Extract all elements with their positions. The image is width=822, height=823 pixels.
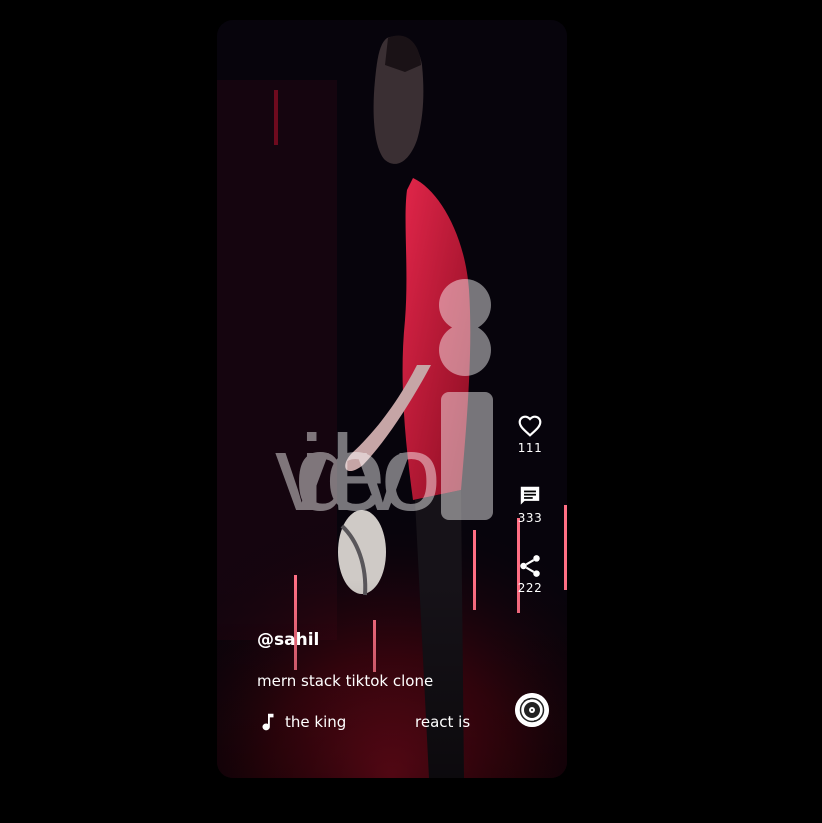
light-bar [564,505,567,590]
watermark-text: videvo [275,412,437,533]
video-card[interactable]: videvo 111 333 222 @sahil mern stack tik… [217,20,567,778]
share-icon[interactable] [517,553,543,579]
ticker-track: the king react is [285,711,473,733]
spinning-record-icon[interactable] [515,693,549,727]
comment-count: 333 [517,511,543,525]
light-bar [274,90,278,145]
video-sidebar: 111 333 222 [504,413,556,623]
message-icon[interactable] [517,483,543,509]
song-title: the king [285,713,347,731]
comment-button[interactable]: 333 [517,483,543,553]
like-count: 111 [517,441,543,455]
like-button[interactable]: 111 [517,413,543,483]
share-button[interactable]: 222 [517,553,543,623]
watermark-reel [439,279,491,331]
share-count: 222 [517,581,543,595]
music-note-icon [262,713,274,731]
heart-outline-icon[interactable] [517,413,543,439]
watermark-camera [441,392,493,520]
song-title-repeat: react is [415,713,471,731]
app-root: videvo 111 333 222 @sahil mern stack tik… [0,0,822,823]
song-ticker: the king react is [257,710,477,734]
watermark-reel [439,324,491,376]
video-description: mern stack tiktok clone [257,672,434,690]
username[interactable]: @sahil [257,630,567,650]
